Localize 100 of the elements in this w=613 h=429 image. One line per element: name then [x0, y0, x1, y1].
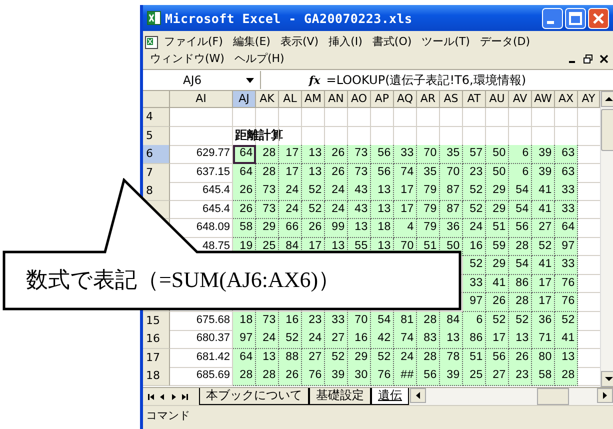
- table-cell: 13: [371, 182, 394, 201]
- scroll-thumb[interactable]: [537, 388, 569, 405]
- table-cell: 87: [440, 182, 463, 201]
- table-cell: 13: [440, 330, 463, 349]
- table-cell: 56: [371, 145, 394, 164]
- table-cell: 13: [348, 219, 371, 238]
- row-header[interactable]: 5: [143, 126, 170, 146]
- status-text: コマンド: [146, 408, 190, 422]
- column-header[interactable]: AR: [417, 91, 440, 108]
- table-cell: 52: [371, 348, 394, 368]
- row-header[interactable]: 17: [143, 348, 170, 368]
- column-header[interactable]: AY: [578, 91, 600, 108]
- row-header[interactable]: 15: [143, 312, 170, 330]
- menu-item[interactable]: ヘルプ(H): [229, 51, 290, 66]
- table-cell: 13: [555, 348, 578, 368]
- column-header[interactable]: AS: [440, 91, 463, 108]
- row-header[interactable]: 16: [143, 330, 170, 349]
- column-header[interactable]: AK: [256, 91, 279, 108]
- sheet-tab[interactable]: 本ブックについて: [199, 388, 309, 405]
- table-cell: 13: [371, 200, 394, 219]
- sheet-tab[interactable]: 基礎設定: [309, 388, 371, 405]
- table-cell: 56: [371, 164, 394, 182]
- close-button[interactable]: [588, 8, 609, 28]
- table-cell: 87: [440, 200, 463, 219]
- column-header[interactable]: AN: [325, 91, 348, 108]
- spreadsheet-icon: [147, 11, 161, 25]
- table-cell: 29: [486, 256, 509, 274]
- scroll-up-button[interactable]: [601, 91, 613, 107]
- menu-item[interactable]: データ(D): [474, 34, 536, 49]
- dropdown-icon[interactable]: [246, 78, 254, 82]
- column-header[interactable]: AL: [279, 91, 302, 108]
- table-cell: 35: [417, 164, 440, 182]
- table-cell: 13: [302, 145, 325, 164]
- column-header[interactable]: AV: [509, 91, 532, 108]
- row-header[interactable]: 18: [143, 367, 170, 386]
- table-cell: 27: [302, 348, 325, 368]
- table-cell: 63: [555, 164, 578, 182]
- menu-item[interactable]: 書式(O): [367, 34, 417, 49]
- table-cell: 52: [509, 312, 532, 330]
- table-cell: 43: [348, 200, 371, 219]
- row-header[interactable]: 7: [143, 164, 170, 182]
- column-header[interactable]: AT: [463, 91, 486, 108]
- table-cell: 26: [325, 145, 348, 164]
- column-header[interactable]: AQ: [394, 91, 417, 108]
- column-header[interactable]: AO: [348, 91, 371, 108]
- table-cell: 30: [348, 367, 371, 386]
- table-cell: 41: [486, 274, 509, 293]
- table-cell: 28: [417, 348, 440, 368]
- table-cell: 25: [463, 367, 486, 386]
- table-cell: 50: [486, 145, 509, 164]
- workbook-icon[interactable]: [145, 34, 159, 48]
- scroll-thumb[interactable]: [601, 109, 613, 151]
- column-header[interactable]: AI: [170, 91, 233, 108]
- column-header[interactable]: AW: [532, 91, 555, 108]
- menu-item[interactable]: 挿入(I): [324, 34, 368, 49]
- table-cell: 73: [256, 182, 279, 201]
- table-cell: 59: [486, 238, 509, 256]
- restore-icon[interactable]: [583, 54, 593, 64]
- maximize-button[interactable]: [565, 8, 586, 28]
- table-cell: 13: [302, 164, 325, 182]
- table-cell: 26: [509, 348, 532, 368]
- scroll-down-button[interactable]: [601, 371, 613, 387]
- table-cell: 28: [256, 164, 279, 182]
- column-header[interactable]: AX: [555, 91, 578, 108]
- row-header[interactable]: 6: [143, 145, 170, 164]
- menu-item[interactable]: 編集(E): [228, 34, 276, 49]
- table-cell: 26: [233, 200, 256, 219]
- row-header[interactable]: 4: [143, 108, 170, 127]
- menu-item[interactable]: ウィンドウ(W): [145, 51, 230, 66]
- table-cell: 70: [417, 145, 440, 164]
- table-cell: 52: [325, 348, 348, 368]
- column-header[interactable]: AJ: [233, 91, 256, 108]
- table-cell: 16: [279, 312, 302, 330]
- close-icon[interactable]: [599, 54, 609, 64]
- table-cell: 73: [348, 164, 371, 182]
- row-header[interactable]: 8: [143, 182, 170, 201]
- table-cell: 84: [440, 312, 463, 330]
- table-cell: 28: [256, 145, 279, 164]
- horizontal-scrollbar[interactable]: [410, 388, 613, 405]
- function-label[interactable]: fx: [261, 74, 326, 86]
- table-cell: 28: [555, 367, 578, 386]
- menu-item[interactable]: ツール(T): [416, 34, 475, 49]
- table-cell: 27: [532, 219, 555, 238]
- column-header[interactable]: AP: [371, 91, 394, 108]
- sheet-tab[interactable]: 遺伝: [371, 388, 409, 405]
- table-cell: 43: [348, 182, 371, 201]
- table-cell: 52: [279, 330, 302, 349]
- menu-item[interactable]: ファイル(F): [159, 34, 228, 49]
- table-cell: 66: [279, 219, 302, 238]
- column-header[interactable]: AM: [302, 91, 325, 108]
- column-header[interactable]: AU: [486, 91, 509, 108]
- minimize-button[interactable]: [542, 8, 563, 28]
- table-cell: 24: [463, 219, 486, 238]
- table-cell: 97: [233, 330, 256, 349]
- table-cell: 35: [440, 145, 463, 164]
- formula-field[interactable]: =LOOKUP(遺伝子表記!T6,環境情報): [326, 72, 526, 88]
- scroll-right-button[interactable]: [597, 388, 613, 403]
- scroll-left-button[interactable]: [410, 388, 426, 403]
- vertical-scrollbar[interactable]: [600, 91, 613, 387]
- menu-item[interactable]: 表示(V): [275, 34, 324, 49]
